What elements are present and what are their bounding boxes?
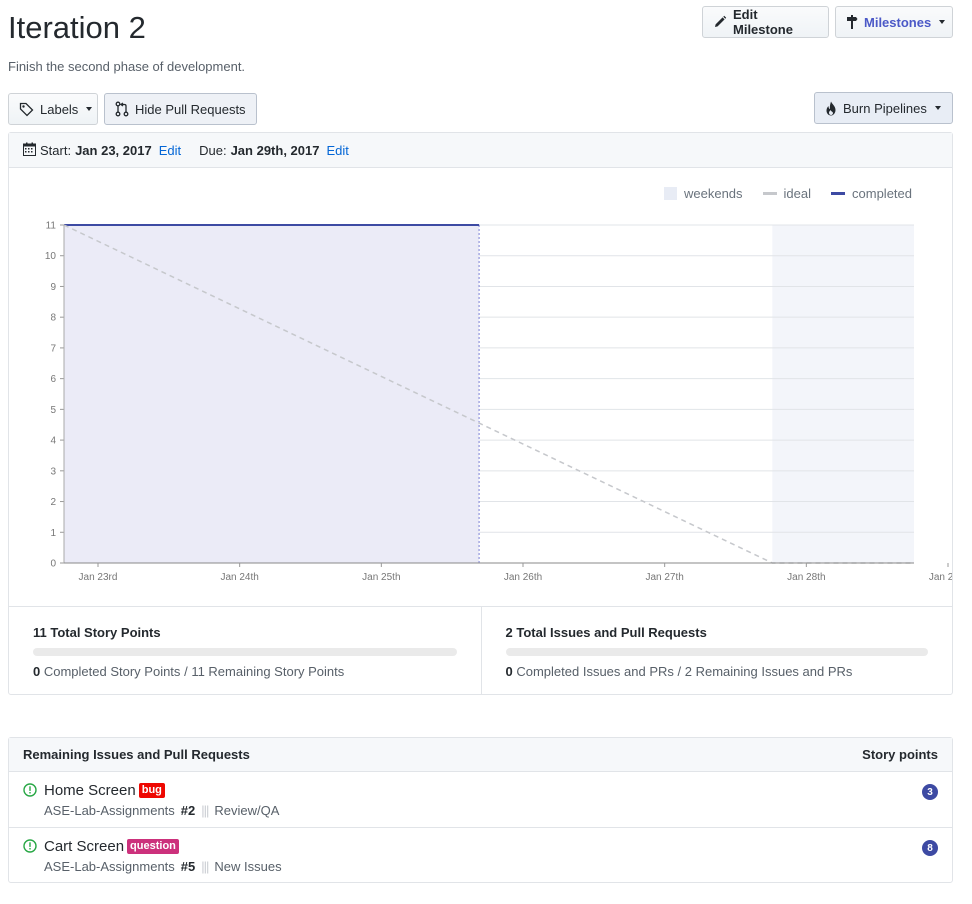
edit-milestone-button[interactable]: Edit Milestone <box>702 6 829 38</box>
story-points-summary: 0 Completed Story Points / 11 Remaining … <box>33 664 345 679</box>
chevron-down-icon <box>934 106 941 110</box>
weekend-band <box>772 225 914 563</box>
issue-pipeline: Review/QA <box>214 803 280 818</box>
y-tick-label: 4 <box>50 436 56 447</box>
story-points-header: Story points <box>862 747 938 762</box>
y-tick-label: 6 <box>50 374 56 385</box>
edit-due-link[interactable]: Edit <box>326 143 348 158</box>
tag-icon <box>19 102 34 117</box>
burndown-chart: weekends ideal completed 0 1 2 3 4 5 6 7 8 9 10 11 J… <box>9 168 967 606</box>
issue-opened-icon <box>23 783 37 802</box>
issues-header-title: Remaining Issues and Pull Requests <box>23 747 250 762</box>
y-tick-label: 9 <box>50 282 56 293</box>
y-tick-label: 3 <box>50 466 56 477</box>
issues-stat: 2 Total Issues and Pull Requests 0 Compl… <box>480 607 953 694</box>
total-issues: 2 Total Issues and Pull Requests <box>505 625 707 640</box>
burn-pipelines-label: Burn Pipelines <box>843 100 927 116</box>
x-tick-label: Jan 24th <box>220 572 258 583</box>
milestones-label: Milestones <box>864 14 932 30</box>
y-tick-label: 2 <box>50 497 56 508</box>
date-range-bar: Start: Jan 23, 2017 Edit Due: Jan 29th, … <box>9 133 952 168</box>
start-label: Start: <box>40 142 72 158</box>
story-points-badge: 8 <box>922 840 938 856</box>
x-tick-label: Jan 29th <box>929 572 952 583</box>
x-tick-label: Jan 27th <box>645 572 683 583</box>
x-tick-label: Jan 25th <box>362 572 400 583</box>
chart-legend: weekends ideal completed <box>664 186 912 201</box>
issue-repo: ASE-Lab-Assignments <box>44 859 175 874</box>
legend-weekends: weekends <box>664 186 743 201</box>
issue-repo: ASE-Lab-Assignments <box>44 803 175 818</box>
pull-request-icon <box>115 101 129 117</box>
hide-pr-label: Hide Pull Requests <box>135 101 246 117</box>
burn-pipelines-dropdown[interactable]: Burn Pipelines <box>814 92 953 124</box>
issue-opened-icon <box>23 839 37 858</box>
story-points-progress <box>33 648 457 656</box>
milestone-description: Finish the second phase of development. <box>8 59 246 74</box>
y-tick-label: 10 <box>45 251 57 262</box>
x-tick-label: Jan 23rd <box>79 572 118 583</box>
y-tick-label: 8 <box>50 313 56 324</box>
y-tick-label: 1 <box>50 528 56 539</box>
legend-ideal: ideal <box>762 186 811 201</box>
x-tick-label: Jan 26th <box>504 572 542 583</box>
issue-pipeline: New Issues <box>214 859 282 874</box>
labels-label: Labels <box>40 101 79 117</box>
y-tick-label: 11 <box>46 221 57 232</box>
chevron-down-icon <box>939 20 946 24</box>
stats-row: 11 Total Story Points 0 Completed Story … <box>9 606 952 694</box>
remaining-issues-table: Remaining Issues and Pull Requests Story… <box>8 737 953 883</box>
burndown-chart-svg: 0 1 2 3 4 5 6 7 8 9 10 11 Jan 23rd Jan 24th Jan 25th Ja… <box>45 221 967 584</box>
pipeline-divider-icon: ||| <box>201 859 209 874</box>
issue-title[interactable]: Home Screen <box>44 782 136 799</box>
labels-filter-button[interactable]: Labels <box>8 93 98 125</box>
flame-icon <box>825 101 837 116</box>
burndown-panel: Start: Jan 23, 2017 Edit Due: Jan 29th, … <box>8 132 967 695</box>
pencil-icon <box>713 15 727 29</box>
edit-milestone-label: Edit Milestone <box>733 7 793 37</box>
y-tick-label: 0 <box>50 559 56 570</box>
issue-row[interactable]: Cart Screen question ASE-Lab-Assignments #… <box>9 828 952 884</box>
edit-start-link[interactable]: Edit <box>159 143 181 158</box>
pipeline-divider-icon: ||| <box>201 803 209 818</box>
issues-table-header: Remaining Issues and Pull Requests Story… <box>9 738 952 772</box>
legend-completed: completed <box>831 186 912 201</box>
issue-number: #2 <box>180 803 196 818</box>
issues-summary: 0 Completed Issues and PRs / 2 Remaining… <box>505 664 853 679</box>
y-tick-label: 7 <box>50 343 56 354</box>
due-label: Due: <box>199 142 227 158</box>
story-points-stat: 11 Total Story Points 0 Completed Story … <box>9 607 481 694</box>
issue-row[interactable]: Home Screen bug ASE-Lab-Assignments #2 ||| R… <box>9 772 952 828</box>
hide-pull-requests-button[interactable]: Hide Pull Requests <box>104 93 257 125</box>
milestones-dropdown[interactable]: Milestones <box>835 6 953 38</box>
x-tick-label: Jan 28th <box>787 572 825 583</box>
due-date: Jan 29th, 2017 <box>230 142 320 158</box>
story-points-badge: 3 <box>922 784 938 800</box>
chevron-down-icon <box>86 107 93 111</box>
page-title: Iteration 2 <box>8 10 146 45</box>
issues-progress <box>505 648 928 656</box>
issue-label: bug <box>138 783 165 798</box>
y-tick-label: 5 <box>50 405 56 416</box>
issue-number: #5 <box>180 859 196 874</box>
milestone-icon <box>846 14 858 30</box>
start-date: Jan 23, 2017 <box>75 142 152 158</box>
total-story-points: 11 Total Story Points <box>33 625 161 640</box>
issue-label: question <box>127 839 179 854</box>
issue-title[interactable]: Cart Screen <box>44 838 124 855</box>
calendar-icon <box>23 142 36 159</box>
